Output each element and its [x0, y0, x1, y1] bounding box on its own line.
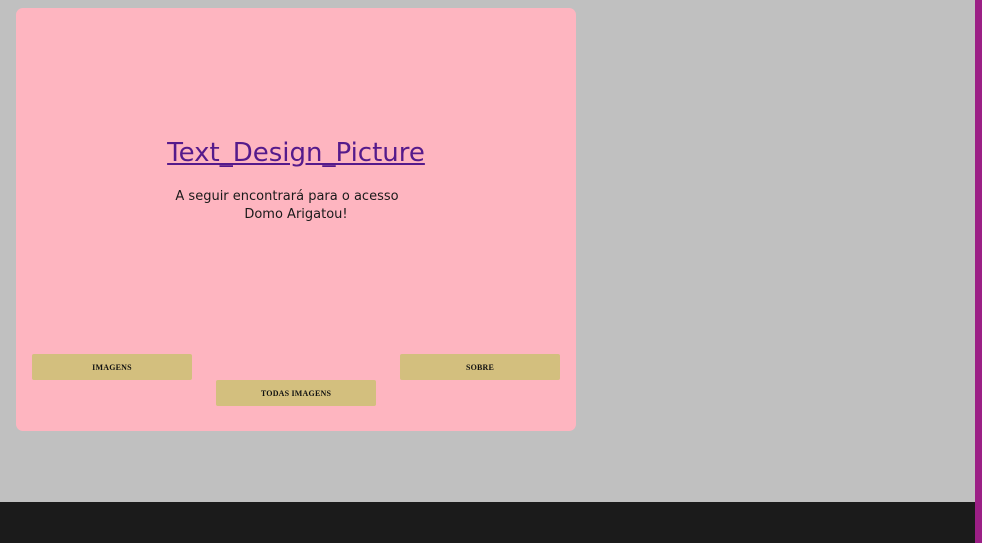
subtitle-line-2: Domo Arigatou! [244, 207, 348, 222]
todas-imagens-button[interactable]: TODAS IMAGENS [216, 380, 376, 406]
imagens-button[interactable]: IMAGENS [32, 354, 192, 380]
main-card: Text_Design_Picture A seguir encontrará … [16, 8, 576, 431]
window-edge-strip [975, 0, 982, 543]
page-title-link[interactable]: Text_Design_Picture [16, 138, 576, 168]
bottom-bar [0, 502, 975, 543]
sobre-button[interactable]: SOBRE [400, 354, 560, 380]
subtitle-text: A seguir encontrará para o acesso Domo A… [16, 188, 576, 224]
subtitle-line-1: A seguir encontrará para o acesso [175, 189, 399, 204]
